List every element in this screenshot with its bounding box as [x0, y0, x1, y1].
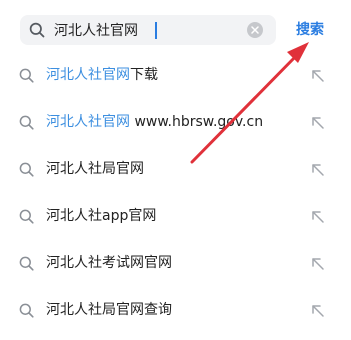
- suggestion-item[interactable]: 河北人社考试网官网: [0, 240, 351, 287]
- arrow-up-left-icon[interactable]: [311, 68, 325, 82]
- suggestion-item[interactable]: 河北人社官网下载: [0, 52, 351, 99]
- arrow-up-left-icon[interactable]: [311, 303, 325, 317]
- search-icon: [29, 22, 45, 38]
- suggestion-item[interactable]: 河北人社局官网查询: [0, 287, 351, 334]
- suggestion-text: 河北人社局官网查询: [46, 302, 172, 318]
- search-button[interactable]: 搜索: [296, 22, 324, 38]
- arrow-up-left-icon[interactable]: [311, 115, 325, 129]
- search-icon: [19, 68, 34, 83]
- clear-icon[interactable]: [247, 22, 263, 38]
- search-input[interactable]: [54, 19, 244, 41]
- search-icon: [19, 209, 34, 224]
- search-icon: [19, 162, 34, 177]
- arrow-up-left-icon[interactable]: [311, 162, 325, 176]
- suggestion-text: 河北人社app官网: [46, 208, 157, 224]
- search-icon: [19, 115, 34, 130]
- suggestion-list: 河北人社官网下载 河北人社官网 www.hbrsw.gov.cn 河北人社局官网…: [0, 52, 351, 334]
- suggestion-item[interactable]: 河北人社局官网: [0, 146, 351, 193]
- suggestion-text: 河北人社官网下载: [46, 66, 158, 84]
- suggestion-text: 河北人社官网 www.hbrsw.gov.cn: [46, 113, 263, 131]
- suggestion-highlight: 河北人社官网: [46, 114, 130, 130]
- suggestion-rest: 下载: [130, 67, 158, 83]
- arrow-up-left-icon[interactable]: [311, 256, 325, 270]
- suggestion-text: 河北人社局官网: [46, 161, 144, 177]
- suggestion-text: 河北人社考试网官网: [46, 255, 172, 271]
- suggestion-rest: www.hbrsw.gov.cn: [130, 114, 264, 130]
- search-bar[interactable]: [20, 15, 276, 45]
- suggestion-item[interactable]: 河北人社官网 www.hbrsw.gov.cn: [0, 99, 351, 146]
- arrow-up-left-icon[interactable]: [311, 209, 325, 223]
- text-cursor: [155, 22, 157, 39]
- suggestion-highlight: 河北人社官网: [46, 67, 130, 83]
- suggestion-item[interactable]: 河北人社app官网: [0, 193, 351, 240]
- search-icon: [19, 303, 34, 318]
- search-icon: [19, 256, 34, 271]
